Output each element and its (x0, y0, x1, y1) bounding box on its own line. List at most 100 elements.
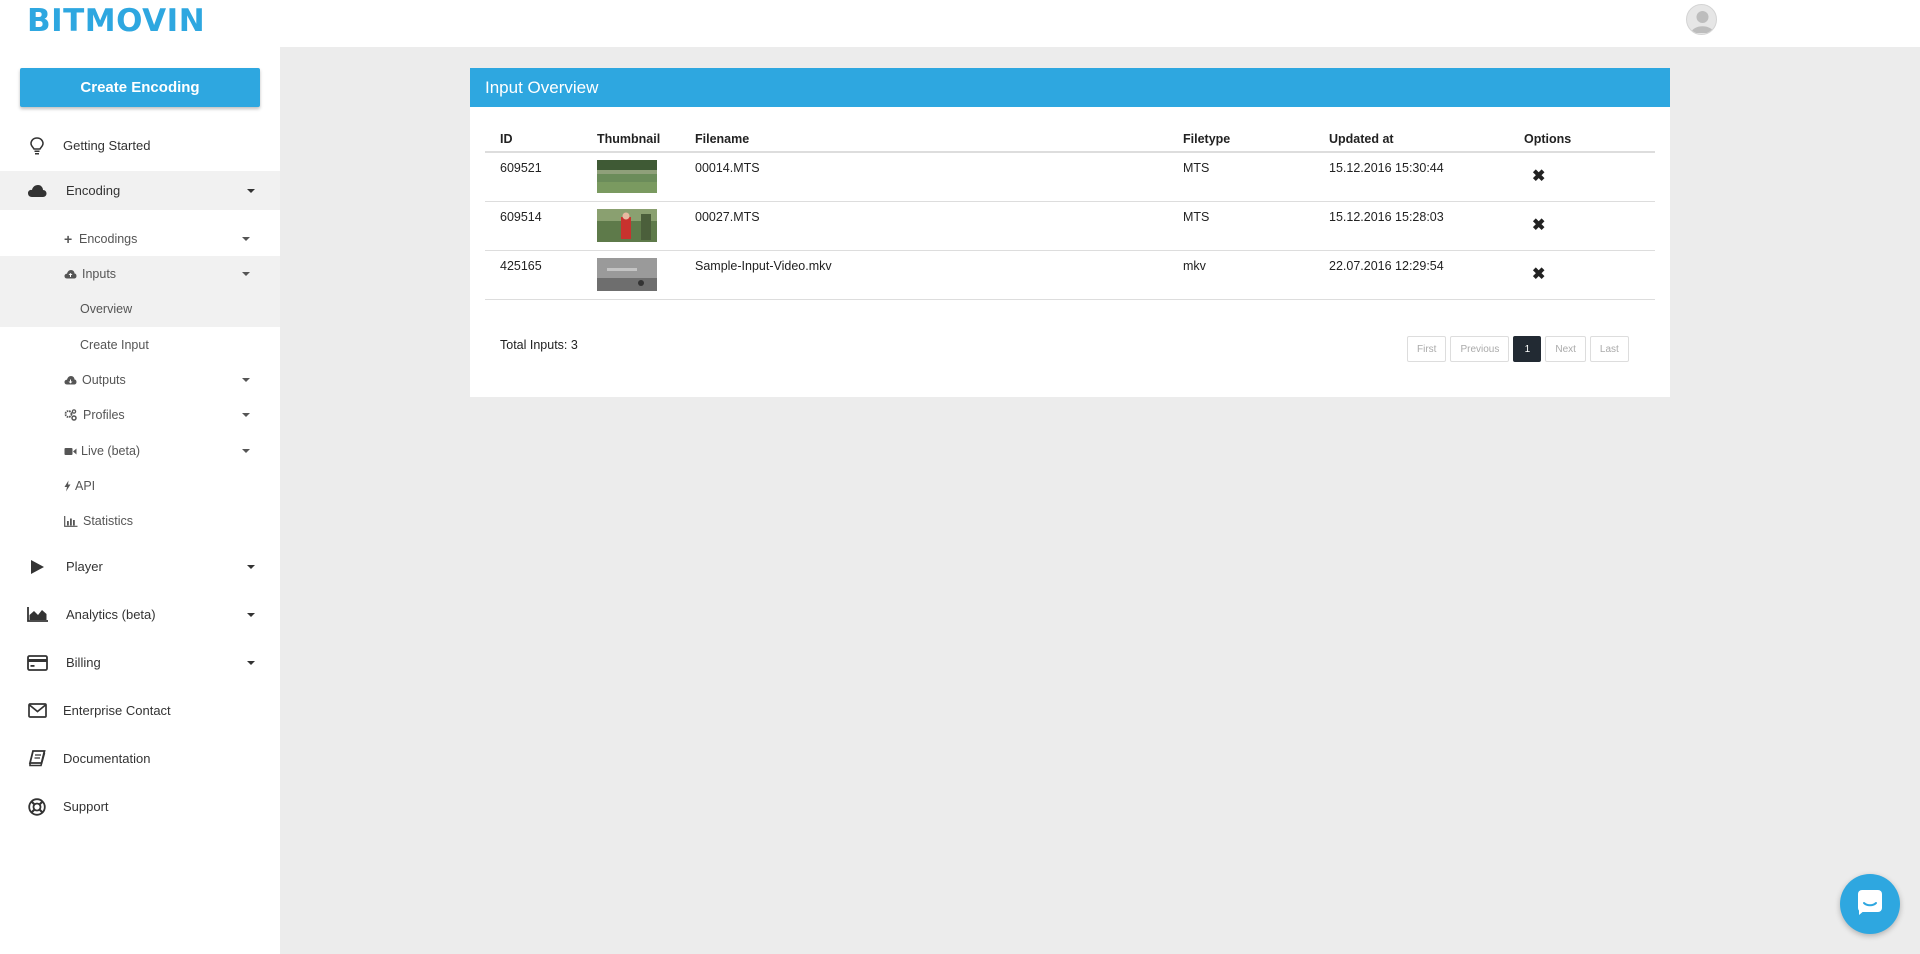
chevron-down-icon (247, 660, 255, 665)
sidebar-item-support[interactable]: Support (0, 787, 280, 826)
sidebar-item-billing[interactable]: Billing (0, 643, 280, 682)
gears-icon (64, 409, 77, 421)
chevron-down-icon (247, 564, 255, 569)
table-row[interactable]: 609514 00027.MTS MTS 15.12.2016 15:28:03… (485, 201, 1655, 251)
inputs-table: ID Thumbnail Filename Filetype Updated a… (485, 126, 1655, 300)
delete-icon[interactable]: ✖ (1532, 264, 1545, 284)
sidebar-item-label: Create Input (80, 338, 149, 352)
chevron-down-icon (242, 449, 250, 453)
cloud-icon (27, 184, 47, 198)
sidebar-item-label: Profiles (83, 408, 125, 422)
cloud-download-icon (64, 375, 77, 385)
cell-updated-at: 15.12.2016 15:30:44 (1314, 152, 1509, 202)
sidebar-item-player[interactable]: Player (0, 547, 280, 586)
column-header-updated-at[interactable]: Updated at (1314, 126, 1509, 153)
sidebar-item-inputs[interactable]: Inputs (0, 259, 280, 289)
chevron-down-icon (247, 612, 255, 617)
sidebar-item-profiles[interactable]: Profiles (0, 400, 280, 430)
sidebar-item-analytics[interactable]: Analytics (beta) (0, 595, 280, 634)
cell-thumbnail (582, 152, 680, 202)
column-header-filetype[interactable]: Filetype (1168, 126, 1314, 153)
sidebar-item-documentation[interactable]: Documentation (0, 739, 280, 778)
cell-id: 609521 (485, 152, 582, 202)
video-camera-icon (64, 447, 77, 456)
sidebar-item-outputs[interactable]: Outputs (0, 365, 280, 395)
total-inputs: Total Inputs: 3 (500, 338, 578, 352)
sidebar-item-encodings[interactable]: + Encodings (0, 224, 280, 254)
top-bar: BITMOVIN (0, 0, 1920, 47)
chevron-down-icon (242, 237, 250, 241)
delete-icon[interactable]: ✖ (1532, 166, 1545, 186)
column-header-thumbnail: Thumbnail (582, 126, 680, 153)
sidebar-item-label: Support (63, 799, 109, 814)
cell-updated-at: 22.07.2016 12:29:54 (1314, 250, 1509, 300)
cell-id: 609514 (485, 201, 582, 251)
pagination-next-button[interactable]: Next (1545, 336, 1586, 362)
user-avatar[interactable] (1686, 4, 1717, 35)
sidebar-item-getting-started[interactable]: Getting Started (0, 126, 280, 165)
column-header-filename[interactable]: Filename (680, 126, 1168, 153)
plus-icon: + (64, 231, 73, 247)
pagination-last-button[interactable]: Last (1589, 336, 1629, 362)
credit-card-icon (27, 654, 48, 671)
play-icon (30, 559, 45, 575)
sidebar-item-live[interactable]: Live (beta) (0, 436, 280, 466)
cell-options: ✖ (1509, 201, 1655, 251)
delete-icon[interactable]: ✖ (1532, 215, 1545, 235)
lightbulb-icon (29, 136, 45, 155)
pagination-page-button[interactable]: 1 (1513, 336, 1542, 362)
sidebar-item-api[interactable]: API (0, 471, 280, 501)
chat-launcher-button[interactable] (1840, 874, 1900, 934)
cell-filename: 00014.MTS (680, 152, 1168, 202)
cell-filetype: MTS (1168, 201, 1314, 251)
create-encoding-button[interactable]: Create Encoding (20, 68, 260, 107)
bolt-icon (64, 480, 71, 492)
cloud-upload-icon (64, 269, 77, 279)
column-header-id[interactable]: ID (485, 126, 582, 153)
sidebar-item-label: Analytics (beta) (66, 607, 156, 622)
pagination-previous-button[interactable]: Previous (1450, 336, 1510, 362)
sidebar-item-encoding[interactable]: Encoding (0, 171, 280, 210)
sidebar-item-label: Overview (80, 302, 133, 316)
chevron-down-icon (242, 413, 250, 417)
cell-thumbnail (582, 250, 680, 300)
sidebar-item-create-input[interactable]: Create Input (0, 330, 280, 360)
panel-title: Input Overview (470, 68, 1670, 107)
chevron-down-icon (247, 188, 255, 193)
table-row[interactable]: 609521 00014.MTS MTS 15.12.2016 15:30:44… (485, 152, 1655, 202)
chat-icon (1856, 888, 1884, 921)
green-field-thumbnail[interactable] (597, 160, 657, 193)
sidebar-item-label: API (75, 479, 96, 493)
sidebar-item-label: Billing (66, 655, 101, 670)
cell-filename: 00027.MTS (680, 201, 1168, 251)
red-figure-thumbnail[interactable] (597, 208, 657, 242)
bitmovin-logo[interactable]: BITMOVIN (27, 3, 205, 39)
sidebar-item-enterprise-contact[interactable]: Enterprise Contact (0, 691, 280, 730)
book-icon (28, 750, 46, 767)
sidebar-item-label: Outputs (82, 373, 126, 387)
cell-options: ✖ (1509, 250, 1655, 300)
sidebar-item-label: Documentation (63, 751, 151, 766)
table-row[interactable]: 425165 Sample-Input-Video.mkv mkv 22.07.… (485, 250, 1655, 300)
cell-filetype: MTS (1168, 152, 1314, 202)
chevron-down-icon (242, 272, 250, 276)
envelope-icon (28, 703, 47, 718)
sidebar-item-label: Enterprise Contact (63, 703, 171, 718)
input-overview-panel: Input Overview ID Thumbnail Filename Fil… (470, 68, 1670, 397)
sidebar-item-statistics[interactable]: Statistics (0, 506, 280, 536)
sidebar: Create Encoding Getting Started Encoding… (0, 47, 280, 954)
cell-options: ✖ (1509, 152, 1655, 202)
life-ring-icon (28, 797, 46, 816)
chevron-down-icon (242, 378, 250, 382)
pagination-first-button[interactable]: First (1407, 336, 1447, 362)
pagination: First Previous 1 Next Last (1407, 336, 1629, 362)
column-header-options: Options (1509, 126, 1655, 153)
sidebar-item-label: Getting Started (63, 138, 151, 153)
area-chart-icon (27, 607, 48, 622)
table-header-row: ID Thumbnail Filename Filetype Updated a… (485, 126, 1655, 153)
cell-id: 425165 (485, 250, 582, 300)
cell-filetype: mkv (1168, 250, 1314, 300)
grey-scene-thumbnail[interactable] (597, 257, 657, 291)
sidebar-item-label: Inputs (82, 267, 117, 281)
sidebar-item-overview[interactable]: Overview (0, 294, 280, 324)
